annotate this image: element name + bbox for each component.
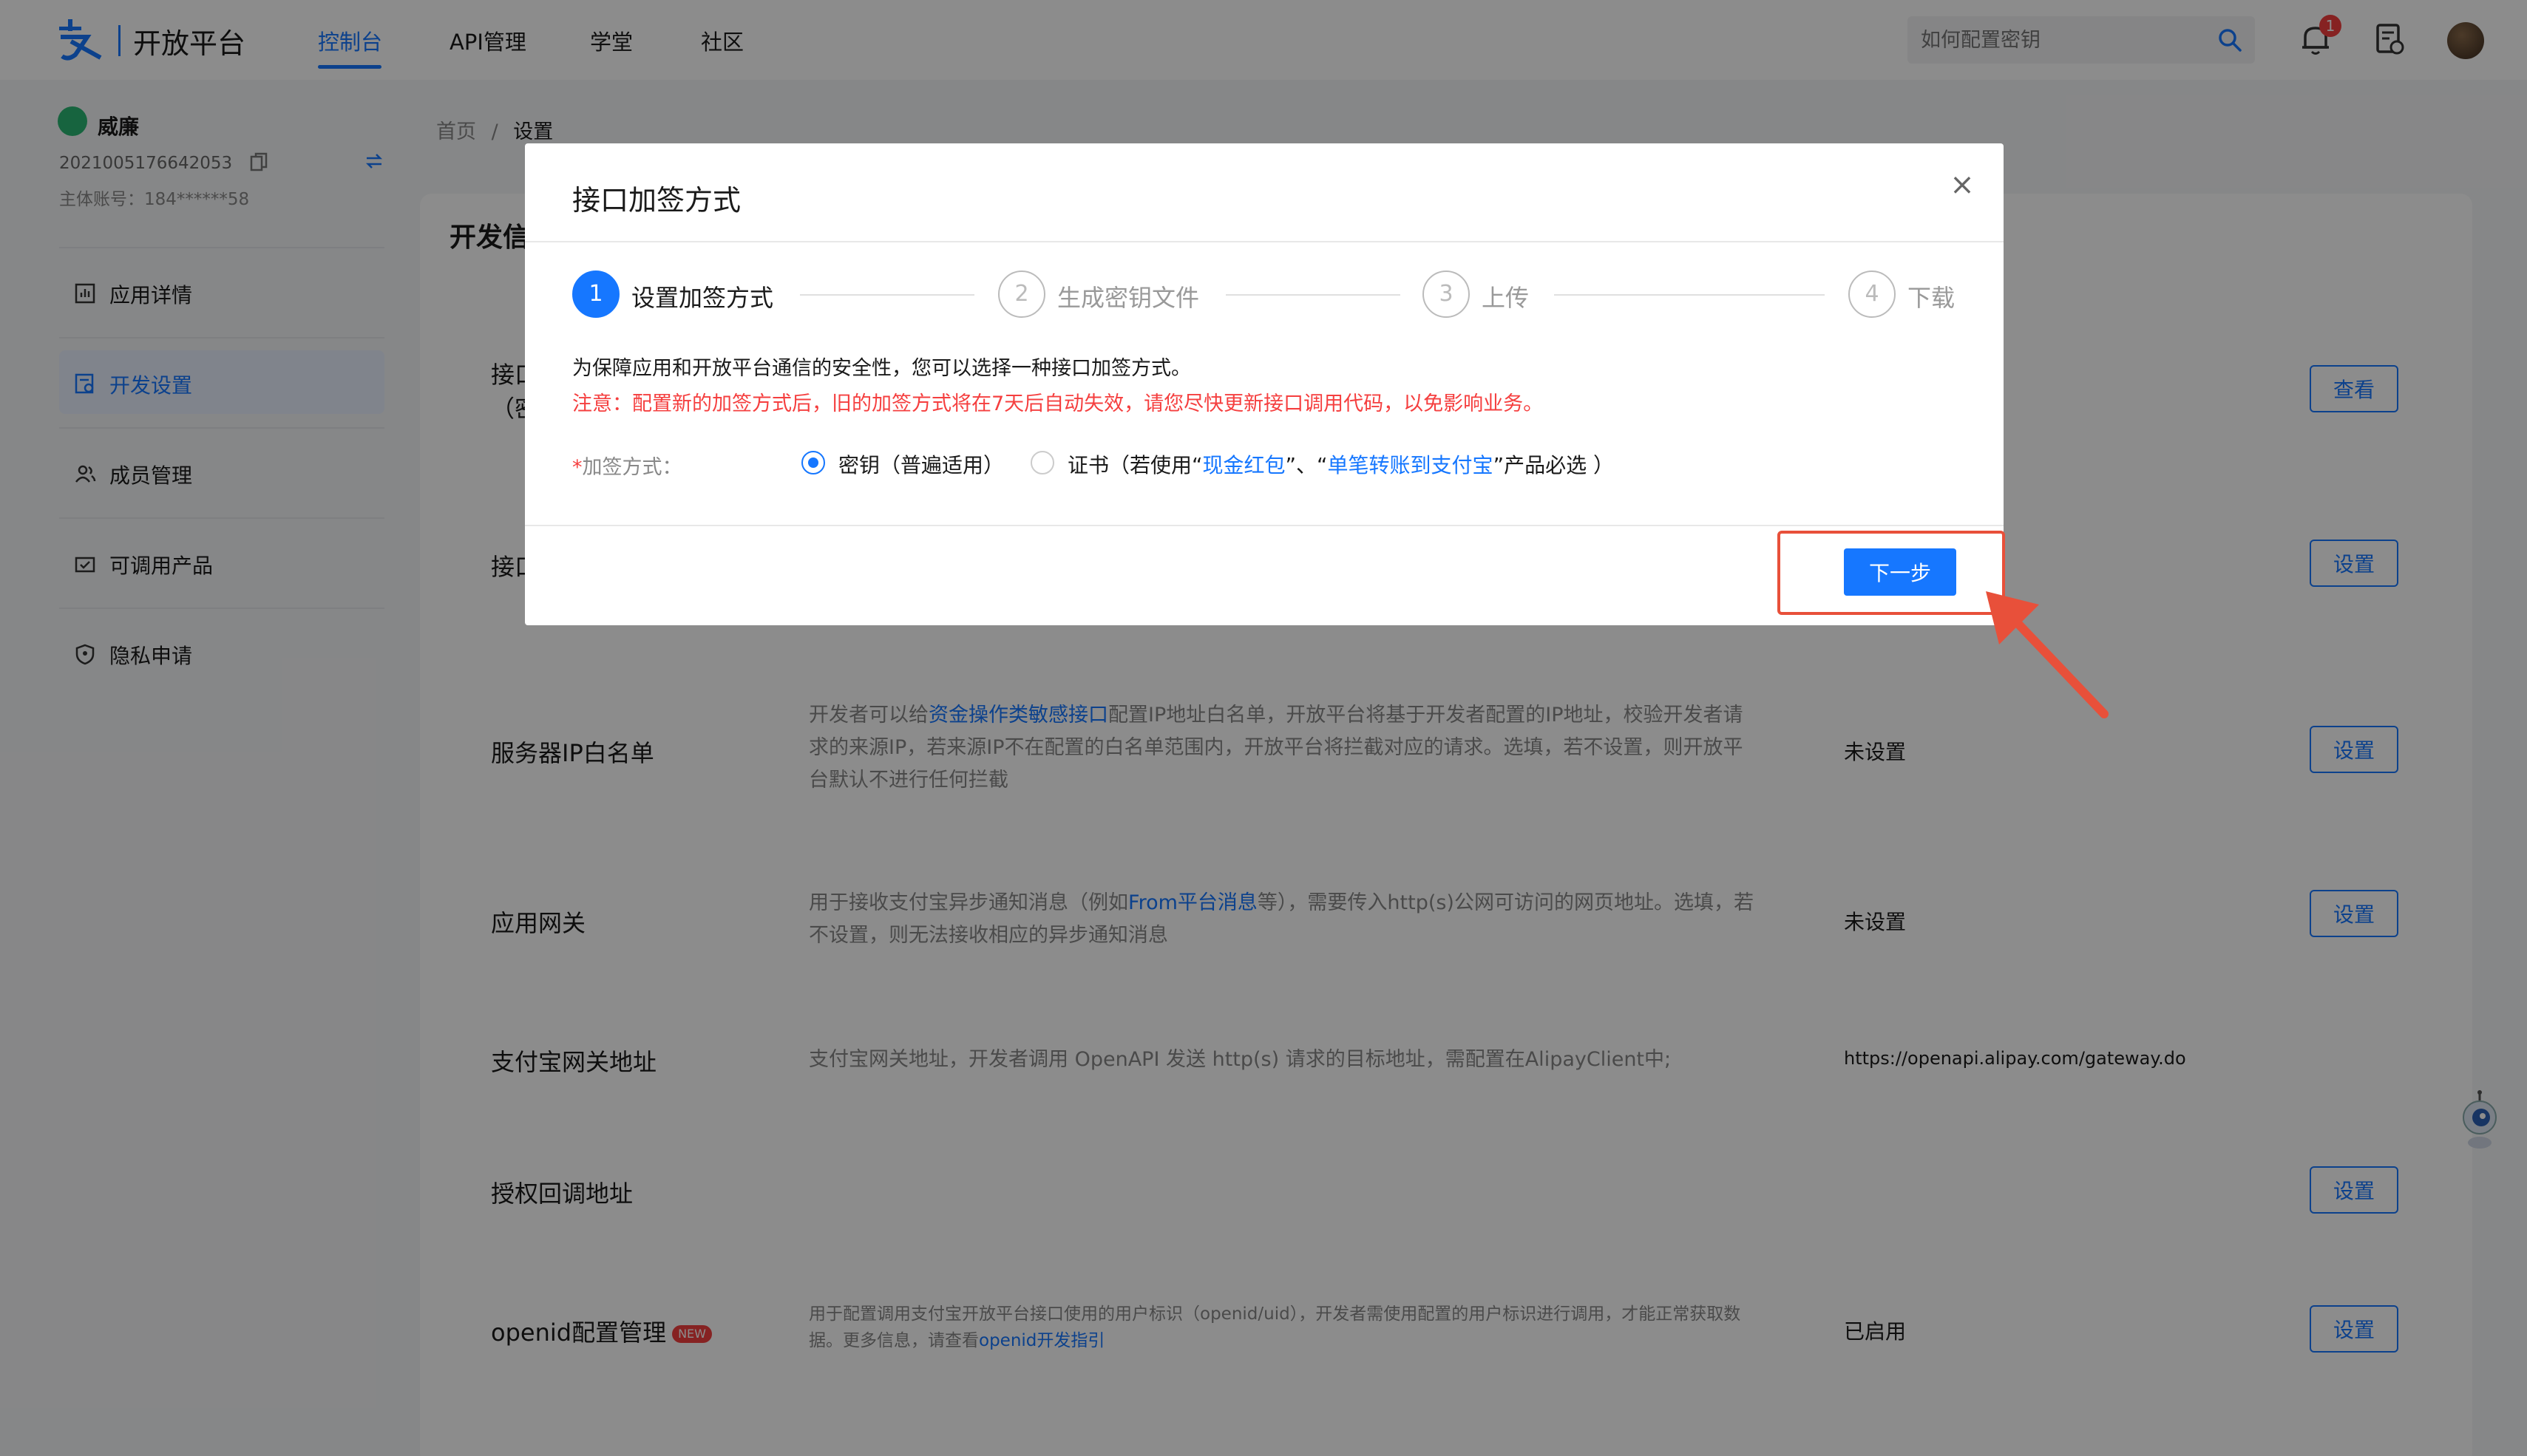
- step-4-label: 下载: [1907, 284, 1956, 312]
- transfer-to-alipay-link[interactable]: 单笔转账到支付宝: [1328, 453, 1493, 477]
- security-info-text: 为保障应用和开放平台通信的安全性，您可以选择一种接口加签方式。: [572, 357, 1191, 380]
- step-4-number: 4: [1848, 271, 1896, 318]
- annotation-arrow-icon: [1986, 591, 2109, 718]
- warning-text: 注意：配置新的加签方式后，旧的加签方式将在7天后自动失效，请您尽快更新接口调用代…: [572, 392, 1544, 415]
- step-connector: [1226, 294, 1400, 296]
- cash-redpacket-link[interactable]: 现金红包: [1203, 453, 1286, 477]
- step-1-label: 设置加签方式: [631, 284, 774, 312]
- annotation-highlight-box: [1777, 531, 2005, 615]
- step-2-label: 生成密钥文件: [1057, 284, 1200, 312]
- step-3-number: 3: [1422, 271, 1470, 318]
- radio-certificate[interactable]: [1031, 451, 1054, 474]
- step-connector: [1554, 294, 1825, 296]
- modal-title: 接口加签方式: [572, 184, 742, 217]
- signing-method-label: *加签方式：: [572, 456, 682, 479]
- radio-certificate-label[interactable]: 证书（若使用“现金红包”、“单笔转账到支付宝”产品必选 ）: [1068, 449, 1614, 479]
- modal-divider: [525, 241, 2004, 242]
- step-1-number: 1: [572, 271, 620, 318]
- step-2-number: 2: [998, 271, 1045, 318]
- radio-key[interactable]: [801, 451, 825, 474]
- step-connector: [800, 294, 974, 296]
- modal-footer-divider: [525, 525, 2004, 526]
- radio-key-label[interactable]: 密钥（普遍适用）: [838, 449, 1004, 479]
- step-3-label: 上传: [1482, 284, 1530, 312]
- close-icon[interactable]: ×: [1947, 170, 1977, 200]
